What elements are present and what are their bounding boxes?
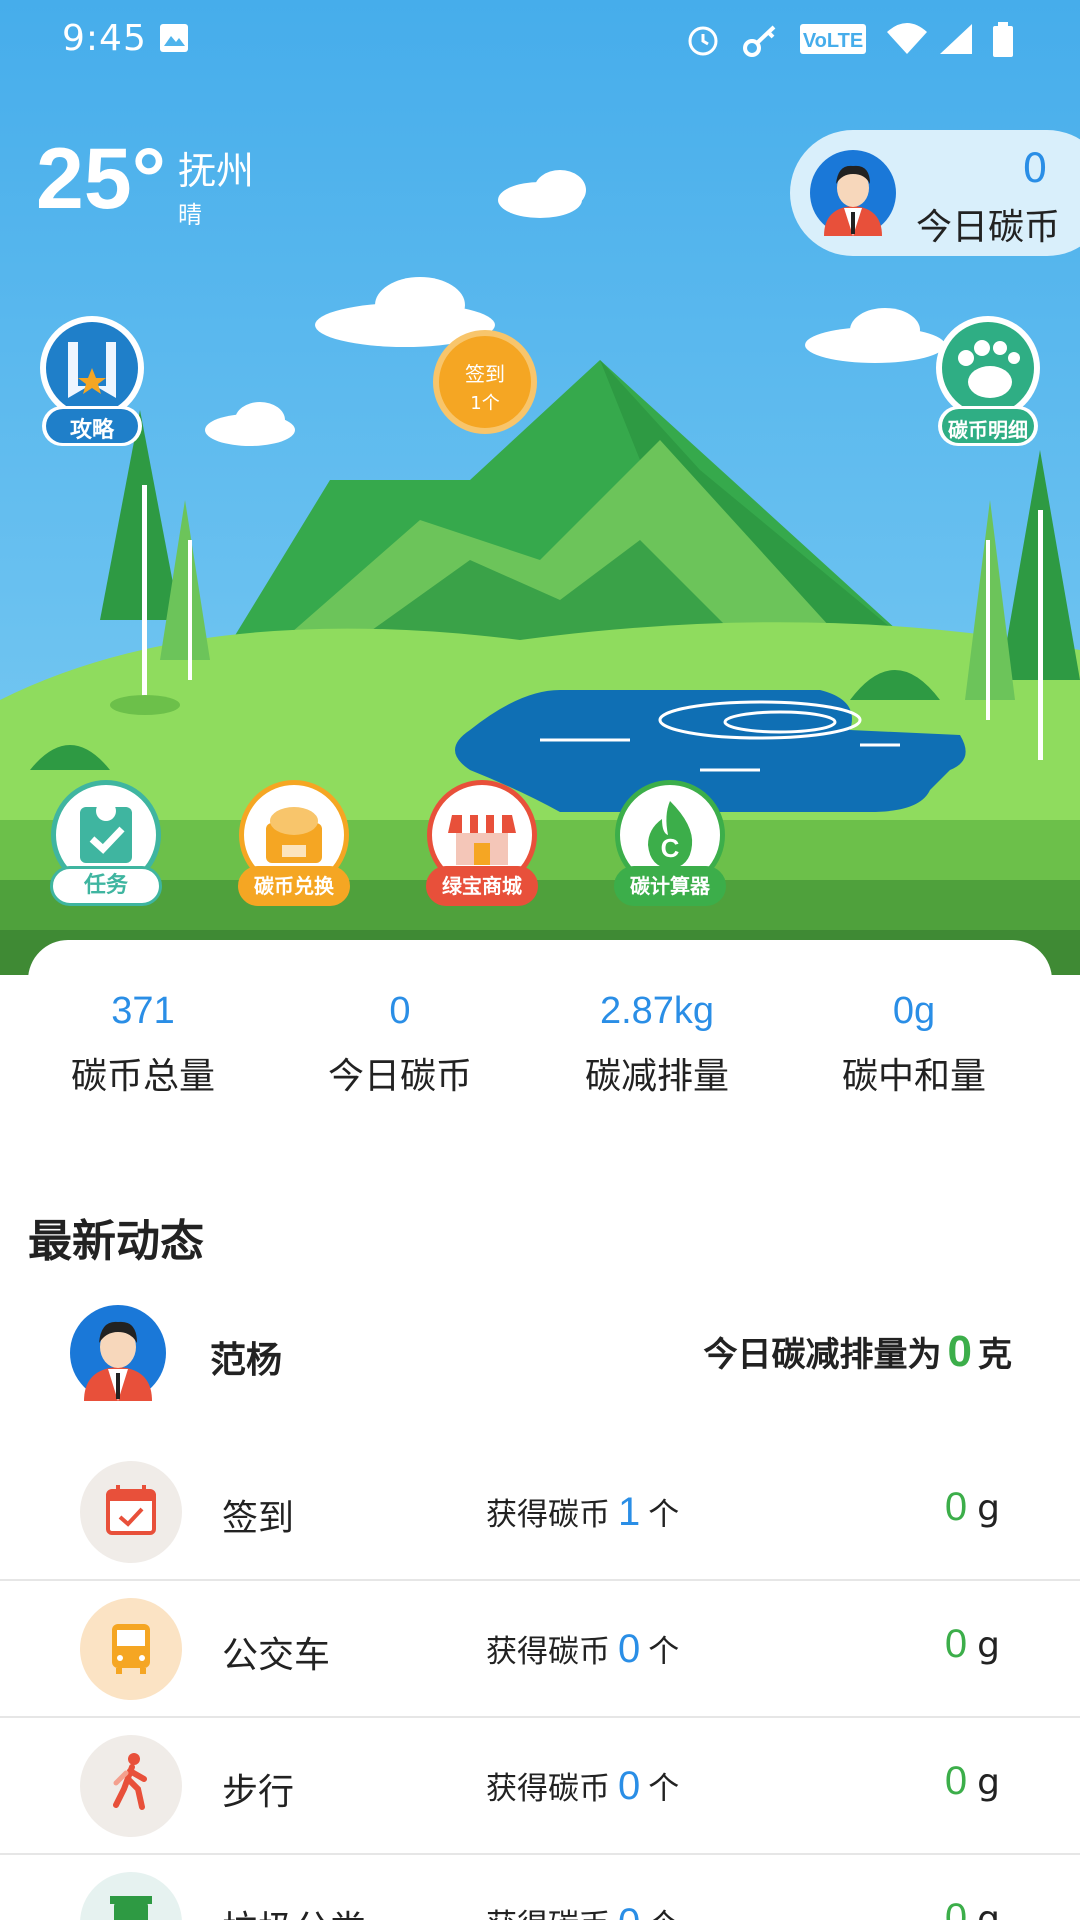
carbon-calculator-shortcut[interactable]: C 碳计算器 [614,780,726,915]
hero-scene: 9:45 VoLTE 25° 抚州 晴 0 今日碳币 攻略 碳币明细 签到 1个… [0,0,1080,975]
carbon-unit: g [977,1488,1000,1529]
trash-bin-icon [80,1872,182,1920]
gain-prefix: 获得碳币 [486,1771,610,1807]
activity-coins: 获得碳币 1 个 [486,1489,679,1535]
gain-unit: 个 [648,1634,680,1670]
walking-icon [80,1735,182,1837]
svg-text:C: C [661,833,680,863]
guide-label: 攻略 [69,418,114,443]
summary-value: 0 [947,1327,972,1376]
signal-icon [940,24,972,54]
image-icon [160,24,188,52]
activity-row-bus[interactable]: 公交车 获得碳币 0 个 0g [0,1582,1080,1718]
carbon-value: 0 [944,1896,968,1920]
alarm-icon [688,26,718,56]
clock: 9:45 [62,18,147,59]
stat-value: 0 [389,990,411,1032]
svg-text:VoLTE: VoLTE [803,30,863,52]
carbon-unit: g [977,1625,1000,1666]
activity-name: 签到 [222,1498,295,1539]
summary-prefix: 今日碳减排量为 [703,1335,942,1375]
coin-exchange-label: 碳币兑换 [238,866,350,906]
avatar [810,150,896,236]
user-name: 范杨 [210,1340,283,1381]
key-icon [743,25,776,57]
stat-label: 碳减排量 [584,1056,729,1097]
gain-unit: 个 [648,1497,680,1533]
stat-carbon-reduction[interactable]: 2.87kg 碳减排量 [542,990,772,1099]
feed-title: 最新动态 [28,1216,204,1267]
activity-carbon: 0g [945,1485,1000,1530]
carbon-calculator-label: 碳计算器 [614,866,726,906]
stat-total-coins[interactable]: 371 碳币总量 [28,990,258,1099]
gain-unit: 个 [648,1908,679,1920]
activity-name: 垃圾分类 [222,1900,366,1920]
activity-coins: 获得碳币0个 [486,1900,679,1920]
activity-coins: 获得碳币0个 [486,1626,679,1672]
coin-detail-label: 碳币明细 [948,418,1028,442]
volte-icon: VoLTE [800,24,866,54]
gain-prefix: 获得碳币 [486,1497,610,1533]
coin-detail-button[interactable]: 碳币明细 [932,312,1044,452]
mall-shortcut[interactable]: 绿宝商城 [426,780,538,915]
today-coins-pill[interactable]: 0 今日碳币 [790,130,1080,256]
carbon-unit: g [977,1762,1000,1803]
stats-card: 371 碳币总量 0 今日碳币 2.87kg 碳减排量 0g 碳中和量 [28,940,1052,1120]
user-reduction-summary: 今日碳减排量为 0 克 [704,1327,1012,1377]
activity-row-garbage-sorting[interactable]: 垃圾分类 获得碳币0个 0g [0,1856,1080,1920]
activity-carbon: 0g [945,1622,1000,1667]
summary-unit: 克 [978,1335,1012,1375]
carbon-unit: g [977,1899,1000,1920]
stat-label: 碳币总量 [70,1056,215,1097]
carbon-value: 0 [944,1622,968,1666]
activity-row-checkin[interactable]: 签到 获得碳币 1 个 0g [0,1445,1080,1581]
coins-value: 0 [618,1627,641,1671]
carbon-value: 0 [944,1759,968,1803]
battery-icon [993,22,1013,57]
stat-label: 碳中和量 [841,1056,986,1097]
mall-label: 绿宝商城 [426,866,538,906]
carbon-value: 0 [944,1485,968,1529]
activity-row-walking[interactable]: 步行 获得碳币 0 个 0g [0,1719,1080,1855]
weather-condition: 晴 [178,201,202,229]
coins-value: 0 [610,1901,648,1920]
activity-name: 步行 [222,1772,295,1813]
gain-prefix: 获得碳币 [486,1908,610,1920]
today-coins-value: 0 [1022,146,1048,192]
coins-value: 0 [618,1764,641,1808]
stat-value: 2.87kg [599,990,715,1032]
checkin-coin[interactable]: 签到 1个 [433,330,537,434]
checkin-coin-count: 1个 [470,393,500,414]
activity-carbon: 0g [945,1896,1000,1920]
activity-carbon: 0g [945,1759,1000,1804]
wifi-icon [887,23,927,54]
stat-value: 0g [892,990,936,1032]
calendar-icon [80,1461,182,1563]
task-shortcut[interactable]: 任务 [50,780,162,915]
weather-temperature: 25° [36,131,167,227]
user-summary-row[interactable]: 范杨 今日碳减排量为 0 克 [0,1305,1080,1405]
activity-coins: 获得碳币0个 [486,1763,679,1809]
activity-name: 公交车 [222,1635,331,1676]
stat-label: 今日碳币 [327,1056,472,1097]
weather-city: 抚州 [178,149,255,193]
coins-value: 1 [618,1490,641,1534]
bus-icon [80,1598,182,1700]
coin-exchange-shortcut[interactable]: 碳币兑换 [238,780,350,915]
checkin-coin-label: 签到 [465,362,505,386]
gain-prefix: 获得碳币 [486,1634,610,1670]
stat-today-coins[interactable]: 0 今日碳币 [285,990,515,1099]
stat-carbon-neutral[interactable]: 0g 碳中和量 [799,990,1029,1099]
stat-value: 371 [111,990,175,1032]
status-bar: 9:45 VoLTE [0,0,1080,80]
gain-unit: 个 [648,1771,680,1807]
avatar [70,1305,166,1401]
task-label: 任务 [50,866,162,906]
today-coins-label: 今日碳币 [916,207,1061,248]
guide-button[interactable]: 攻略 [36,312,148,452]
